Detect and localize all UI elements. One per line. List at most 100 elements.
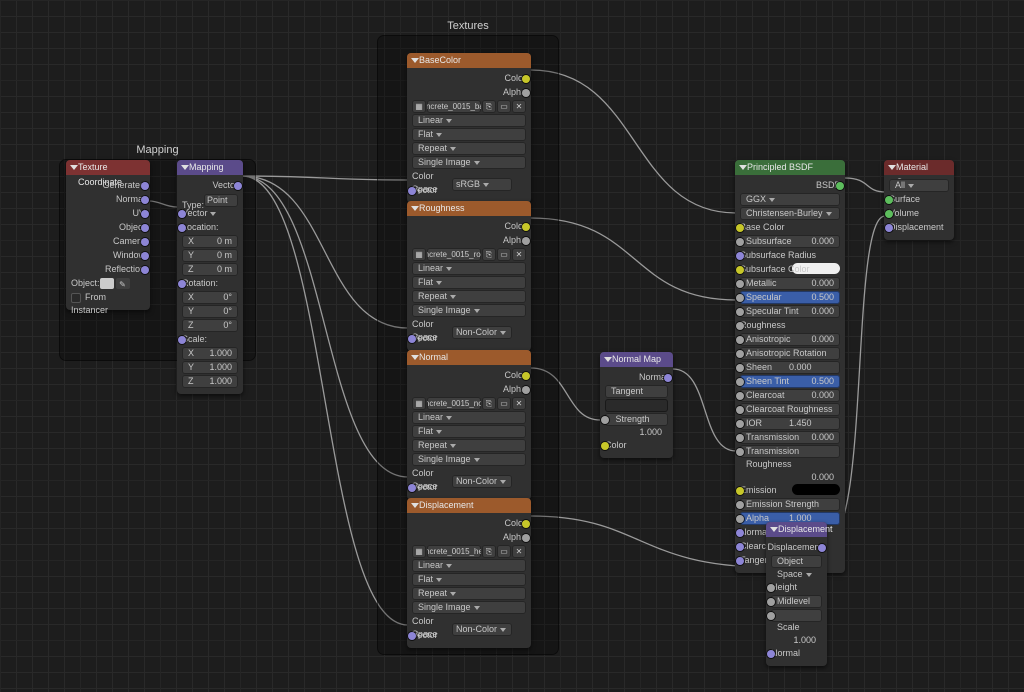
image-toolbar[interactable]: ▦concrete_0015_ba...⎘▭✕ (412, 100, 526, 113)
extension-dropdown[interactable]: Repeat (412, 587, 526, 600)
node-header[interactable]: Mapping (177, 160, 243, 175)
bsdf-clearcoat[interactable]: Clearcoat0.000 (740, 389, 840, 402)
socket[interactable] (178, 336, 186, 344)
image-icon[interactable]: ▦ (412, 100, 426, 113)
node-tex-basecolor[interactable]: BaseColorColorAlpha▦concrete_0015_ba...⎘… (407, 53, 531, 203)
open-icon[interactable]: ▭ (497, 100, 511, 113)
socket[interactable] (141, 266, 149, 274)
socket[interactable] (736, 238, 744, 246)
bsdf-anisotropic[interactable]: Anisotropic0.000 (740, 333, 840, 346)
bsdf-sheen[interactable]: Sheen0.000 (740, 361, 840, 374)
bsdf-metallic[interactable]: Metallic0.000 (740, 277, 840, 290)
loc-y[interactable]: Y0 m (182, 249, 238, 262)
image-icon[interactable]: ▦ (412, 248, 426, 261)
socket[interactable] (522, 372, 530, 380)
users-icon[interactable]: ⎘ (482, 248, 496, 261)
node-header[interactable]: Principled BSDF (735, 160, 845, 175)
socket[interactable] (522, 520, 530, 528)
socket[interactable] (736, 448, 744, 456)
interpolation-dropdown[interactable]: Linear (412, 411, 526, 424)
socket[interactable] (408, 632, 416, 640)
socket[interactable] (736, 529, 744, 537)
users-icon[interactable]: ⎘ (482, 100, 496, 113)
socket[interactable] (736, 224, 744, 232)
socket[interactable] (178, 224, 186, 232)
projection-dropdown[interactable]: Flat (412, 425, 526, 438)
socket[interactable] (736, 501, 744, 509)
socket[interactable] (234, 182, 242, 190)
node-header[interactable]: Normal Map (600, 352, 673, 367)
interpolation-dropdown[interactable]: Linear (412, 262, 526, 275)
socket[interactable] (767, 612, 775, 620)
image-name[interactable]: concrete_0015_ba... (427, 100, 481, 113)
node-header[interactable]: Normal (407, 350, 531, 365)
image-toolbar[interactable]: ▦concrete_0015_nor...⎘▭✕ (412, 397, 526, 410)
socket[interactable] (141, 252, 149, 260)
socket[interactable] (522, 237, 530, 245)
socket[interactable] (836, 182, 844, 190)
socket[interactable] (736, 515, 744, 523)
object-color[interactable] (100, 278, 114, 289)
node-normal-map[interactable]: Normal Map Normal Tangent Space ▾ Streng… (600, 352, 673, 458)
scale-z[interactable]: Z1.000 (182, 375, 238, 388)
node-displacement[interactable]: Displacement Displacement Object Space H… (766, 522, 827, 666)
socket[interactable] (141, 224, 149, 232)
socket[interactable] (736, 557, 744, 565)
socket[interactable] (818, 544, 826, 552)
image-toolbar[interactable]: ▦concrete_0015_rou...⎘▭✕ (412, 248, 526, 261)
open-icon[interactable]: ▭ (497, 248, 511, 261)
uvmap-field[interactable]: ▾ (605, 399, 668, 412)
socket[interactable] (141, 210, 149, 218)
source-dropdown[interactable]: Single Image (412, 601, 526, 614)
open-icon[interactable]: ▭ (497, 545, 511, 558)
subsurface-method-dropdown[interactable]: Christensen-Burley (740, 207, 840, 220)
source-dropdown[interactable]: Single Image (412, 304, 526, 317)
socket[interactable] (664, 374, 672, 382)
image-toolbar[interactable]: ▦concrete_0015_hei...⎘▭✕ (412, 545, 526, 558)
socket[interactable] (736, 364, 744, 372)
socket[interactable] (736, 378, 744, 386)
socket[interactable] (767, 650, 775, 658)
rot-x[interactable]: X0° (182, 291, 238, 304)
bsdf-anisotropic-rotation[interactable]: Anisotropic Rotation0.000 (740, 347, 840, 360)
bsdf-transmission-roughness[interactable]: Transmission Roughness0.000 (740, 445, 840, 458)
space-dropdown[interactable]: Object Space (771, 555, 822, 568)
node-tex-normal[interactable]: NormalColorAlpha▦concrete_0015_nor...⎘▭✕… (407, 350, 531, 500)
open-icon[interactable]: ▭ (497, 397, 511, 410)
image-icon[interactable]: ▦ (412, 545, 426, 558)
interpolation-dropdown[interactable]: Linear (412, 114, 526, 127)
scale-x[interactable]: X1.000 (182, 347, 238, 360)
eyedropper-icon[interactable]: ✎ (116, 278, 130, 289)
loc-x[interactable]: X0 m (182, 235, 238, 248)
users-icon[interactable]: ⎘ (482, 397, 496, 410)
node-tex-roughness[interactable]: RoughnessColorAlpha▦concrete_0015_rou...… (407, 201, 531, 351)
target-dropdown[interactable]: All (889, 179, 949, 192)
socket[interactable] (141, 238, 149, 246)
bsdf-sheen-tint[interactable]: Sheen Tint0.500 (740, 375, 840, 388)
socket[interactable] (178, 210, 186, 218)
node-texture-coordinate[interactable]: Texture Coordinate Generated Normal UV O… (66, 160, 150, 310)
socket[interactable] (408, 335, 416, 343)
color-field[interactable] (792, 484, 840, 495)
socket[interactable] (408, 484, 416, 492)
interpolation-dropdown[interactable]: Linear (412, 559, 526, 572)
node-material-output[interactable]: Material Output All Surface Volume Displ… (884, 160, 954, 240)
socket[interactable] (736, 336, 744, 344)
socket[interactable] (736, 266, 744, 274)
space-dropdown[interactable]: Tangent Space (605, 385, 668, 398)
socket[interactable] (736, 308, 744, 316)
socket[interactable] (767, 584, 775, 592)
socket[interactable] (736, 294, 744, 302)
socket[interactable] (601, 416, 609, 424)
unlink-icon[interactable]: ✕ (512, 248, 526, 261)
socket[interactable] (178, 280, 186, 288)
socket[interactable] (885, 224, 893, 232)
bsdf-emission-strength[interactable]: Emission Strength1.000 (740, 498, 840, 511)
node-tex-displacement[interactable]: DisplacementColorAlpha▦concrete_0015_hei… (407, 498, 531, 648)
node-header[interactable]: Displacement (766, 522, 827, 537)
socket[interactable] (736, 487, 744, 495)
socket[interactable] (522, 75, 530, 83)
socket[interactable] (736, 322, 744, 330)
socket[interactable] (736, 543, 744, 551)
source-dropdown[interactable]: Single Image (412, 453, 526, 466)
